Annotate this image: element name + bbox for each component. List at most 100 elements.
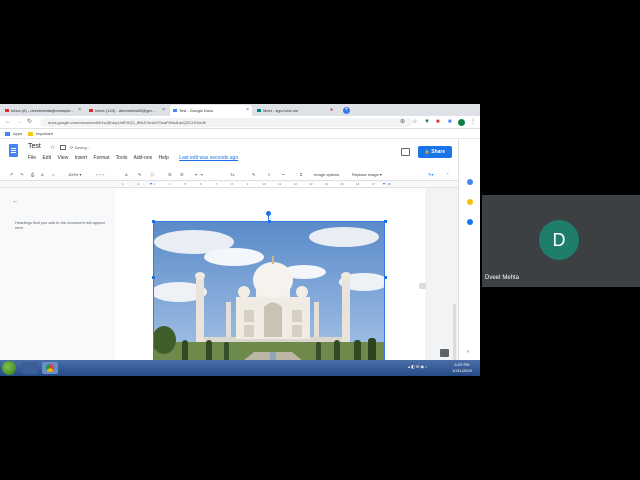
- print-icon[interactable]: ⎙: [31, 169, 34, 181]
- clock-date: 10/11/2020: [452, 368, 472, 373]
- taj-mahal-image[interactable]: [153, 221, 385, 369]
- paint-format-icon[interactable]: ⌂: [52, 169, 54, 181]
- saving-status: ⟳ Saving...: [70, 145, 91, 150]
- profile-icon[interactable]: [458, 119, 465, 126]
- comment-history-icon[interactable]: [401, 148, 410, 156]
- tab-google-docs[interactable]: Test - Google Docs ×: [170, 105, 252, 116]
- image-options-button[interactable]: Image options: [314, 169, 339, 181]
- meet-icon: [257, 109, 261, 112]
- gmail-icon: [89, 109, 93, 112]
- zoom-icon[interactable]: ⊕: [400, 119, 405, 126]
- ruler-tick-label: 14: [324, 182, 329, 186]
- share-button[interactable]: 🔒 Share: [418, 146, 452, 158]
- document-title[interactable]: Test: [28, 143, 41, 150]
- windows-taskbar: ▴ ◧ ✉ ◉ ♪ 6:29 PM 10/11/2020: [0, 360, 480, 376]
- system-clock[interactable]: 6:29 PM 10/11/2020: [445, 362, 479, 374]
- close-icon[interactable]: ×: [162, 105, 165, 116]
- explore-icon[interactable]: [440, 349, 449, 357]
- document-outline: ← Headings that you add to the document …: [0, 188, 115, 363]
- right-indent-icon[interactable]: ▾: [383, 181, 385, 186]
- spellcheck-icon[interactable]: A: [41, 169, 44, 181]
- ruler-tick-label: 5: [184, 182, 187, 186]
- tab-meet[interactable]: Meet - sgn-hvbv-cin ●: [254, 105, 336, 116]
- menu-file[interactable]: File: [28, 155, 36, 161]
- new-tab-button[interactable]: +: [343, 107, 350, 114]
- more-icon[interactable]: ⋮: [470, 119, 476, 126]
- back-arrow-icon[interactable]: ←: [12, 198, 19, 205]
- resize-handle[interactable]: [384, 276, 387, 279]
- pen-icon[interactable]: ✎: [252, 169, 255, 181]
- scrollbar[interactable]: [453, 304, 456, 364]
- docs-logo-icon[interactable]: [9, 144, 18, 157]
- tray-icons[interactable]: ▴ ◧ ✉ ◉ ♪: [408, 364, 427, 369]
- explorer-icon[interactable]: [22, 362, 38, 374]
- tasks-icon[interactable]: [467, 219, 473, 225]
- gmail-icon: [5, 109, 9, 112]
- resize-handle[interactable]: [152, 276, 155, 279]
- menu-edit[interactable]: Edit: [42, 155, 51, 161]
- back-icon[interactable]: ←: [5, 119, 11, 126]
- tab-inbox-1[interactable]: Inbox (8) - dveetmehta@example... ×: [2, 105, 84, 116]
- text-color-icon[interactable]: A: [125, 169, 128, 181]
- menu-format[interactable]: Format: [94, 155, 110, 161]
- border-weight-icon[interactable]: ≡: [268, 169, 270, 181]
- docs-toolbar: ↶ ↷ ⎙ A ⌂ 100% ▾ ▾ ▾ ▾ A ✎ ⛓ ☰ ☰ ⇤ ⇥ Tx …: [0, 169, 458, 181]
- menu-insert[interactable]: Insert: [75, 155, 88, 161]
- zoom-select[interactable]: 100% ▾: [68, 169, 81, 181]
- extension-icon[interactable]: ▼: [424, 119, 430, 126]
- ruler-tick-label: 4: [168, 182, 171, 186]
- numbered-list-icon[interactable]: ☰: [180, 169, 184, 181]
- resize-handle[interactable]: [152, 220, 155, 223]
- rotate-handle[interactable]: [266, 211, 271, 216]
- menu-tools[interactable]: Tools: [116, 155, 128, 161]
- extension-icon[interactable]: ■: [436, 119, 440, 126]
- close-icon[interactable]: ●: [330, 105, 333, 116]
- forward-icon[interactable]: →: [16, 119, 22, 126]
- participant-avatar: D: [539, 220, 579, 260]
- collapse-icon[interactable]: ⌃: [446, 169, 449, 181]
- saving-text: Saving...: [74, 145, 91, 150]
- add-comment-icon[interactable]: [419, 283, 426, 289]
- indent-icon[interactable]: ⇤ ⇥: [195, 169, 203, 181]
- ruler-tick-label: 9: [246, 182, 249, 186]
- tab-label: Test - Google Docs: [179, 108, 214, 113]
- undo-icon[interactable]: ↶: [10, 169, 13, 181]
- reload-icon[interactable]: ↻: [27, 119, 32, 126]
- calendar-icon[interactable]: [467, 179, 473, 185]
- left-indent-icon[interactable]: ▾: [150, 181, 152, 186]
- last-edit-link[interactable]: Last edit was seconds ago: [179, 155, 238, 161]
- menu-view[interactable]: View: [57, 155, 68, 161]
- bookmarks-bar: Apps Important: [0, 129, 480, 139]
- style-select[interactable]: ▾ ▾ ▾: [96, 169, 104, 181]
- star-icon[interactable]: ☆: [50, 144, 55, 151]
- highlight-icon[interactable]: ✎: [138, 169, 141, 181]
- url-input[interactable]: docs.google.com/document/d/1wJjKaqrUnRYl…: [40, 118, 412, 127]
- side-panel: ›: [458, 139, 480, 363]
- redo-icon[interactable]: ↷: [20, 169, 23, 181]
- border-dash-icon[interactable]: ┅: [282, 169, 284, 181]
- chevron-right-icon[interactable]: ›: [467, 349, 469, 355]
- editing-mode-icon[interactable]: ✎▾: [428, 169, 433, 181]
- start-button[interactable]: [2, 361, 16, 375]
- menu-bar: File Edit View Insert Format Tools Add-o…: [28, 155, 243, 161]
- move-folder-icon[interactable]: [60, 145, 66, 150]
- link-icon[interactable]: ⛓: [150, 169, 155, 181]
- keep-icon[interactable]: [467, 199, 473, 205]
- crop-icon[interactable]: ⌗: [300, 169, 302, 181]
- star-icon[interactable]: ☆: [412, 119, 417, 126]
- share-label: Share: [431, 149, 446, 155]
- close-icon[interactable]: ×: [78, 105, 81, 116]
- replace-image-button[interactable]: Replace image ▾: [352, 169, 382, 181]
- menu-add-ons[interactable]: Add-ons: [133, 155, 152, 161]
- resize-handle[interactable]: [384, 220, 387, 223]
- ruler-tick-label: 6: [200, 182, 202, 186]
- bookmark-important[interactable]: Important: [36, 129, 53, 139]
- close-icon[interactable]: ×: [246, 105, 249, 116]
- folder-icon: [28, 132, 33, 136]
- bulleted-list-icon[interactable]: ☰: [168, 169, 172, 181]
- clear-format-icon[interactable]: Tx: [230, 169, 234, 181]
- tab-inbox-2[interactable]: Inbox (123) - dmumehta00@gm... ×: [86, 105, 168, 116]
- extension-icon[interactable]: ■: [448, 119, 452, 126]
- bookmark-apps[interactable]: Apps: [13, 129, 22, 139]
- menu-help[interactable]: Help: [159, 155, 169, 161]
